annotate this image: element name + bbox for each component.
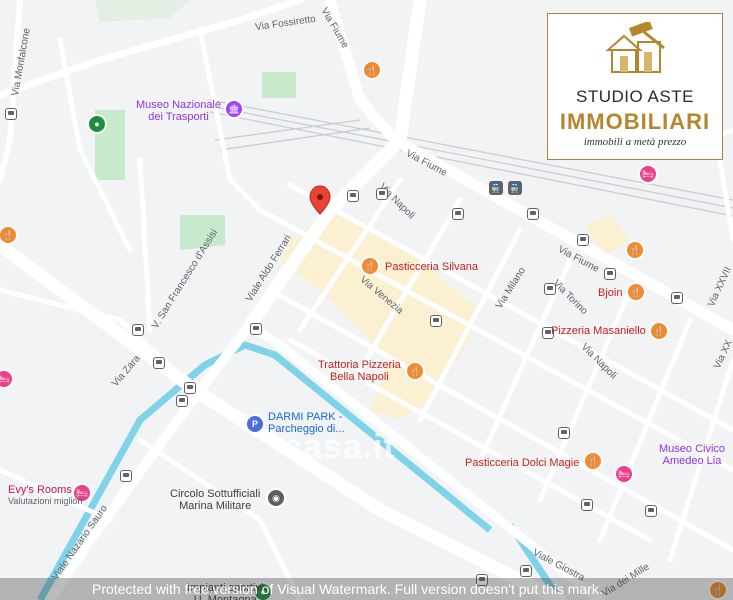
restaurant-icon[interactable]: 🍴: [362, 258, 378, 274]
restaurant-icon[interactable]: 🍴: [364, 62, 380, 78]
poi-label-pasticceria-dolci-magie[interactable]: Pasticceria Dolci Magie: [465, 457, 579, 469]
gavel-house-icon: [605, 20, 665, 73]
bus-stop-icon[interactable]: [153, 357, 165, 369]
train-icon[interactable]: 🚆: [508, 181, 522, 195]
bus-stop-icon[interactable]: [581, 499, 593, 511]
bus-stop-icon[interactable]: [176, 395, 188, 407]
watermark-footer: Protected with free version of Visual Wa…: [0, 578, 733, 600]
watermark-center: casa.it: [283, 428, 396, 466]
bus-stop-icon[interactable]: [184, 382, 196, 394]
bus-stop-icon[interactable]: [5, 108, 17, 120]
hotel-icon[interactable]: 🛏: [616, 466, 632, 482]
bus-stop-icon[interactable]: [132, 324, 144, 336]
logo-line1: STUDIO ASTE: [576, 87, 694, 106]
restaurant-icon[interactable]: 🍴: [0, 227, 16, 243]
bus-stop-icon[interactable]: [645, 505, 657, 517]
park-icon[interactable]: ●: [89, 116, 105, 132]
bus-stop-icon[interactable]: [558, 427, 570, 439]
poi-sublabel-evys-rooms: Valutazioni migliori: [8, 496, 83, 506]
landmark-icon[interactable]: ◉: [268, 490, 284, 506]
bus-stop-icon[interactable]: [347, 190, 359, 202]
green-area: [95, 0, 190, 22]
bus-stop-icon[interactable]: [250, 323, 262, 335]
map-canvas[interactable]: Via Monfalcone Via Fossiretto Via Fiume …: [0, 0, 733, 600]
logo-tagline: immobili a metà prezzo: [583, 136, 687, 148]
bus-stop-icon[interactable]: [577, 234, 589, 246]
bus-stop-icon[interactable]: [376, 188, 388, 200]
poi-label-museo-trasporti[interactable]: Museo Nazionale dei Trasporti: [136, 99, 221, 123]
logo-line2: IMMOBILIARI: [559, 109, 711, 134]
parking-icon[interactable]: P: [247, 416, 263, 432]
poi-label-museo-civico[interactable]: Museo Civico Amedeo Lia: [659, 443, 725, 467]
train-icon[interactable]: 🚆: [489, 181, 503, 195]
bus-stop-icon[interactable]: [527, 208, 539, 220]
restaurant-icon[interactable]: 🍴: [407, 363, 423, 379]
restaurant-icon[interactable]: 🍴: [627, 242, 643, 258]
poi-label-trattoria-bella-napoli[interactable]: Trattoria Pizzeria Bella Napoli: [318, 359, 401, 383]
bus-stop-icon[interactable]: [671, 292, 683, 304]
restaurant-icon[interactable]: 🍴: [585, 453, 601, 469]
studio-aste-logo: STUDIO ASTE IMMOBILIARI immobili a metà …: [547, 13, 723, 160]
restaurant-icon[interactable]: 🍴: [651, 323, 667, 339]
poi-label-evys-rooms[interactable]: Evy's Rooms: [8, 484, 72, 496]
bus-stop-icon[interactable]: [604, 268, 616, 280]
green-area: [262, 72, 296, 98]
poi-label-bjoin[interactable]: Bjoin: [598, 287, 622, 299]
bus-stop-icon[interactable]: [544, 283, 556, 295]
bus-stop-icon[interactable]: [120, 470, 132, 482]
hotel-icon[interactable]: 🛏: [640, 166, 656, 182]
bus-stop-icon[interactable]: [430, 315, 442, 327]
poi-label-pizzeria-masaniello[interactable]: Pizzeria Masaniello: [551, 325, 646, 337]
restaurant-icon[interactable]: 🍴: [628, 284, 644, 300]
poi-label-pasticceria-silvana[interactable]: Pasticceria Silvana: [385, 261, 478, 273]
bus-stop-icon[interactable]: [520, 565, 532, 577]
bus-stop-icon[interactable]: [452, 208, 464, 220]
museum-icon[interactable]: 🏛: [226, 101, 242, 117]
poi-label-circolo-sottufficiali[interactable]: Circolo Sottufficiali Marina Militare: [170, 488, 260, 512]
